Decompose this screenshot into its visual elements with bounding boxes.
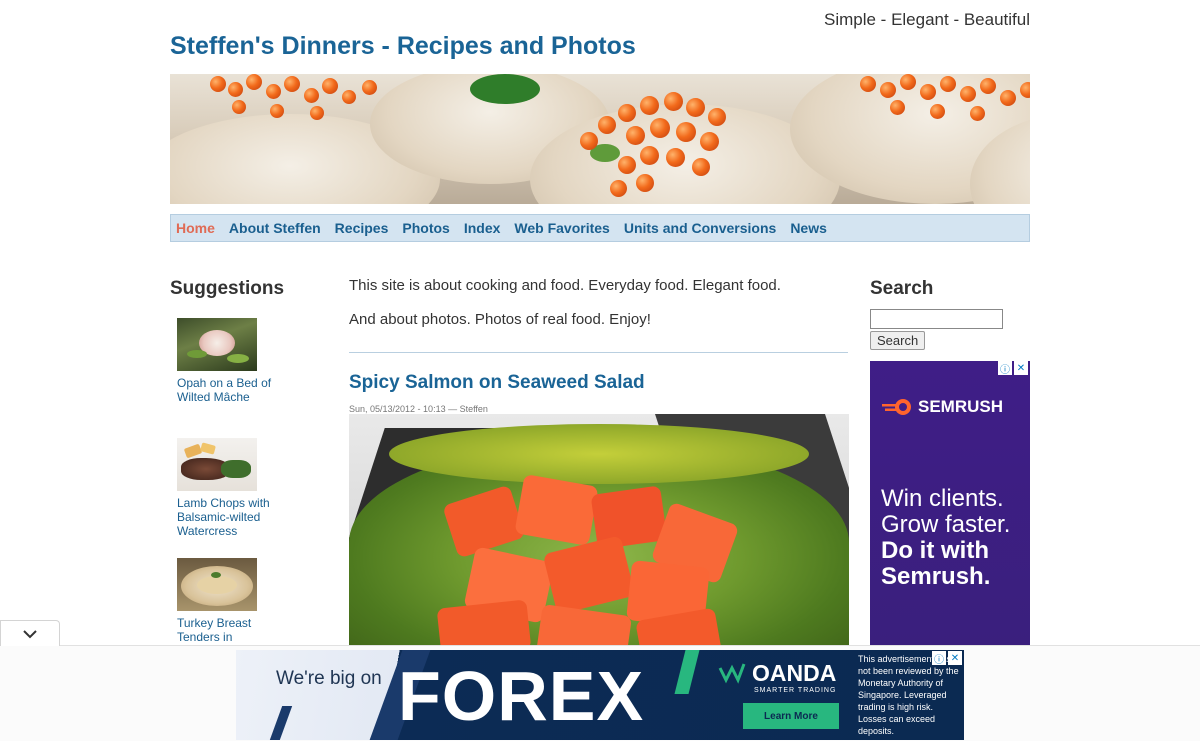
oanda-brand: OANDA	[752, 660, 837, 686]
suggestion-item: Opah on a Bed of Wilted Mâche	[177, 318, 287, 404]
suggestion-item: Turkey Breast Tenders in	[177, 558, 287, 644]
semrush-logo-icon	[882, 399, 911, 415]
nav-home[interactable]: Home	[176, 220, 215, 236]
nav-photos[interactable]: Photos	[402, 220, 449, 236]
adchoices-icon[interactable]: ⓘ	[932, 651, 946, 666]
ad-disclaimer: This advertisement has not been reviewed…	[858, 654, 959, 736]
nav-about-steffen[interactable]: About Steffen	[229, 220, 321, 236]
content-divider	[349, 352, 848, 353]
main-navigation: Home About Steffen Recipes Photos Index …	[170, 214, 1030, 242]
forex-ad-tagline: We're big on	[276, 668, 382, 689]
suggestion-link-turkey-breast[interactable]: Turkey Breast Tenders in	[177, 616, 251, 644]
article-title-link[interactable]: Spicy Salmon on Seaweed Salad	[349, 372, 645, 394]
nav-units-and-conversions[interactable]: Units and Conversions	[624, 220, 776, 236]
oanda-logo-icon	[718, 663, 746, 684]
search-button[interactable]: Search	[870, 331, 926, 350]
search-input[interactable]	[870, 309, 1003, 329]
close-icon[interactable]: ✕	[948, 651, 962, 665]
nav-news[interactable]: News	[790, 220, 827, 236]
suggestion-thumbnail[interactable]	[177, 318, 257, 371]
ad-line-1: Win clients.	[881, 485, 1004, 512]
collapse-ad-button[interactable]	[0, 620, 60, 646]
suggestion-link-opah[interactable]: Opah on a Bed of Wilted Mâche	[177, 376, 271, 404]
ad-line-2: Grow faster.	[881, 511, 1011, 538]
adchoices-icon[interactable]: ⓘ	[998, 361, 1012, 376]
nav-index[interactable]: Index	[464, 220, 501, 236]
suggestion-thumbnail[interactable]	[177, 558, 257, 611]
intro-text-2: And about photos. Photos of real food. E…	[349, 311, 651, 328]
close-icon[interactable]: ✕	[1014, 361, 1028, 375]
forex-ad-headline: FOREX	[398, 657, 645, 735]
article-meta: Sun, 05/13/2012 - 10:13 — Steffen	[349, 404, 488, 414]
site-tagline: Simple - Elegant - Beautiful	[824, 10, 1030, 29]
learn-more-button[interactable]: Learn More	[743, 703, 839, 729]
suggestion-thumbnail[interactable]	[177, 438, 257, 491]
forex-ad[interactable]: We're big on FOREX OANDA SMARTER TRADING…	[236, 650, 964, 740]
semrush-ad[interactable]: ⓘ ✕ SEMRUSH Win clients. Grow faster. Do…	[870, 361, 1030, 646]
intro-text-1: This site is about cooking and food. Eve…	[349, 277, 781, 294]
header-banner-image	[170, 74, 1030, 204]
ad-line-4: Semrush.	[881, 563, 991, 590]
suggestion-link-lamb-chops[interactable]: Lamb Chops with Balsamic-wilted Watercress	[177, 496, 270, 538]
nav-web-favorites[interactable]: Web Favorites	[514, 220, 609, 236]
ad-line-3: Do it with	[881, 537, 989, 564]
oanda-subtitle: SMARTER TRADING	[754, 687, 837, 694]
nav-recipes[interactable]: Recipes	[335, 220, 389, 236]
article-photo[interactable]	[349, 414, 849, 646]
semrush-brand: SEMRUSH	[918, 397, 1004, 416]
suggestions-heading: Suggestions	[170, 278, 285, 299]
chevron-down-icon	[23, 629, 37, 638]
suggestion-item: Lamb Chops with Balsamic-wilted Watercress	[177, 438, 287, 538]
search-heading: Search	[870, 278, 934, 299]
site-title-link[interactable]: Steffen's Dinners - Recipes and Photos	[170, 32, 636, 61]
